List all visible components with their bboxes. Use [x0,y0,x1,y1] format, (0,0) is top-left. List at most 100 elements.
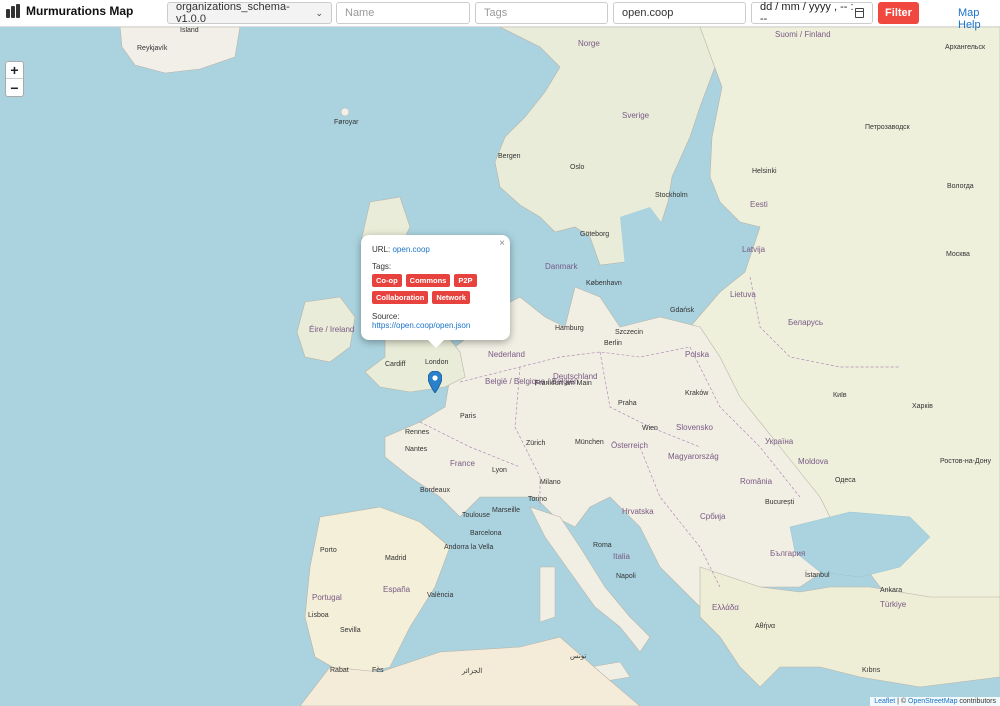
label-nantes: Nantes [405,446,428,453]
chevron-down-icon: ⌄ [315,7,323,18]
label-lietuva: Lietuva [730,290,756,299]
tag-badge: Commons [405,274,451,287]
label-krakow: Kraków [685,390,709,397]
tag-badge: Network [432,291,470,304]
popup-tags-row: Tags: Co-op Commons P2P Collaboration Ne… [372,262,499,304]
label-island: Ísland [180,27,199,34]
label-fes: Fès [372,667,384,674]
map-help-link[interactable]: Map Help [958,7,1000,31]
label-goteborg: Göteborg [580,231,610,238]
app-title: Murmurations Map [26,4,134,18]
popup-url-link[interactable]: open.coop [392,245,429,254]
tag-badge: Co-op [372,274,402,287]
label-osterreich: Österreich [611,441,648,450]
filter-button[interactable]: Filter [878,2,919,24]
schema-select[interactable]: organizations_schema-v1.0.0 ⌄ [167,1,332,25]
label-munchen: München [575,439,604,446]
name-input[interactable]: Name [336,2,470,24]
popup-tag-list: Co-op Commons P2P Collaboration Network [372,274,499,304]
label-stockholm: Stockholm [655,192,688,199]
label-madrid: Madrid [385,555,407,562]
label-oslo: Oslo [570,164,585,171]
popup-url-row: URL: open.coop [372,245,499,254]
tag-badge: P2P [454,274,477,287]
label-norge: Norge [578,39,600,48]
map-tiles [119,27,1000,706]
label-nederland: Nederland [488,350,525,359]
popup-source-link[interactable]: https://open.coop/open.json [372,321,470,330]
label-romania: România [740,477,773,486]
label-hrvatska: Hrvatska [622,507,654,516]
label-france: France [450,459,475,468]
label-eire: Éire / Ireland [309,325,355,334]
label-kyiv: Київ [833,392,847,399]
label-ankara: Ankara [880,587,903,594]
popup-close-button[interactable]: × [499,238,505,249]
label-suomi: Suomi / Finland [775,30,831,39]
label-bucuresti: București [765,499,795,506]
popup-tags-label: Tags: [372,262,392,271]
calendar-icon[interactable] [854,8,864,18]
label-london: London [425,359,449,366]
brand: Murmurations Map [6,4,133,18]
marker-popup: × URL: open.coop Tags: Co-op Commons P2P… [361,235,510,348]
label-kobenhavn: København [586,280,622,287]
label-praha: Praha [618,400,637,407]
attribution-suffix: contributors [957,698,996,705]
osm-link[interactable]: OpenStreetMap [908,698,957,705]
label-polska: Polska [685,350,710,359]
label-portugal: Portugal [312,593,342,602]
label-valencia: València [427,592,454,599]
label-ukraina: Україна [765,437,794,446]
schema-select-value: organizations_schema-v1.0.0 [176,1,290,25]
label-odesa: Одеса [835,477,856,484]
label-magyarorszag: Magyarország [668,452,719,461]
label-reykjavik: Reykjavík [137,45,168,52]
label-marseille: Marseille [492,507,521,514]
label-moldova: Moldova [798,457,829,466]
label-slovensko: Slovensko [676,423,713,432]
label-zurich: Zürich [526,440,546,447]
label-vologda: Вологда [947,183,974,190]
tag-badge: Collaboration [372,291,429,304]
leaflet-link[interactable]: Leaflet [874,698,895,705]
label-rabat: Rabat [330,667,349,674]
label-tunis: تونس [570,653,587,660]
label-kibris: Kıbrıs [862,667,881,674]
label-paris: Paris [460,413,476,420]
map-attribution: Leaflet | © OpenStreetMap contributors [870,697,1000,706]
label-srbija: Србија [700,512,726,521]
zoom-out-button[interactable]: − [6,79,23,96]
label-latvija: Latvija [742,245,766,254]
label-roma: Roma [593,542,612,549]
label-hamburg: Hamburg [555,325,584,332]
label-belarus: Беларусь [788,318,823,327]
label-moskva: Москва [946,251,970,258]
label-cardiff: Cardiff [385,361,406,368]
tags-input[interactable]: Tags [475,2,608,24]
label-bulgaria: България [770,549,806,558]
label-faroe: Føroyar [334,119,359,126]
popup-source-row: Source: https://open.coop/open.json [372,312,499,330]
label-petrozavodsk: Петрозаводск [865,124,910,131]
popup-source-label: Source: [372,312,400,321]
label-helsinki: Helsinki [752,168,777,175]
label-athina: Αθήνα [755,623,776,630]
zoom-in-button[interactable]: + [6,62,23,79]
label-torino: Torino [528,496,548,503]
label-istanbul: İstanbul [805,572,830,579]
label-espana: España [383,585,411,594]
label-barcelona: Barcelona [470,530,502,537]
domain-input[interactable]: open.coop [613,2,746,24]
label-milano: Milano [540,479,561,486]
label-alger: الجزائر [462,668,483,675]
label-rostov: Ростов-на-Дону [940,458,991,465]
map-canvas[interactable]: Ísland Reykjavík Føroyar Norge Sverige S… [0,27,1000,706]
last-updated-date-input[interactable]: dd / mm / yyyy , -- : -- [751,1,873,25]
label-porto: Porto [320,547,337,554]
label-eesti: Eesti [750,200,768,209]
label-andorra: Andorra la Vella [444,544,494,551]
label-sverige: Sverige [622,111,650,120]
label-sevilla: Sevilla [340,627,361,634]
murmurations-logo-icon [6,4,22,18]
